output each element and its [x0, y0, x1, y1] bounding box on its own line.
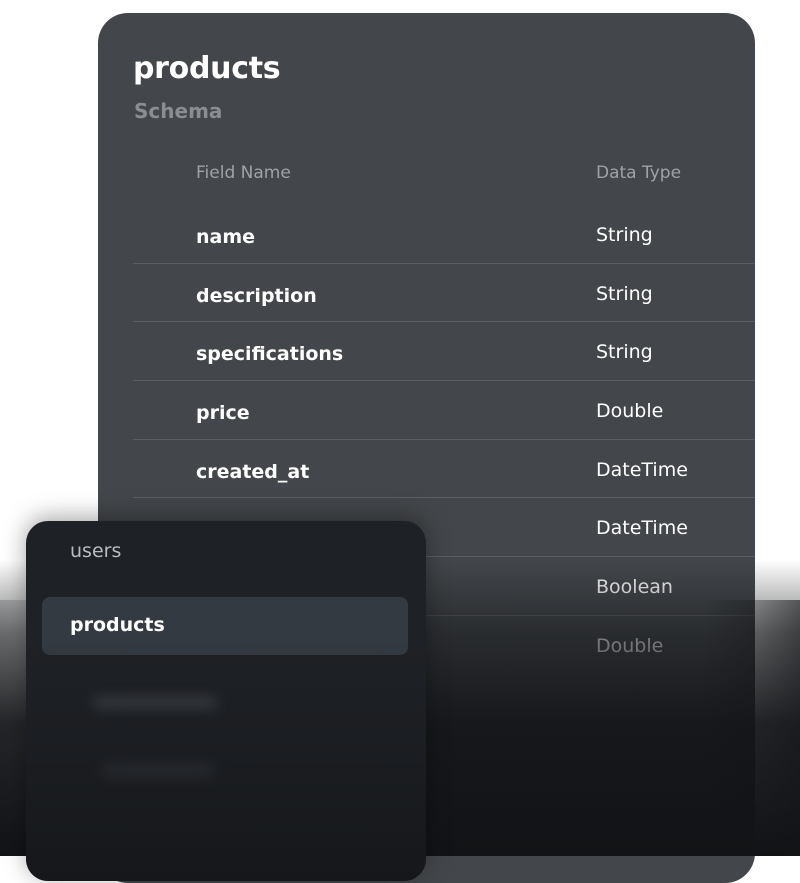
field-type: String [596, 224, 653, 246]
field-type: Boolean [596, 576, 673, 599]
schema-row[interactable]: name String [133, 205, 755, 264]
data-type-column-header: Data Type [596, 163, 682, 183]
field-type: Double [596, 400, 664, 423]
collection-item-users[interactable]: users [42, 523, 408, 581]
field-name: specifications [196, 343, 344, 366]
field-name-column-header: Field Name [196, 163, 291, 183]
field-name: description [196, 284, 317, 307]
field-name: name [196, 226, 256, 248]
field-name: price [196, 402, 250, 425]
field-name: created_at [196, 460, 310, 483]
schema-row[interactable]: description String [133, 264, 755, 323]
field-type: DateTime [596, 517, 688, 540]
field-type: DateTime [596, 458, 688, 481]
collection-title: products [133, 51, 281, 86]
field-type: String [596, 341, 653, 364]
schema-row[interactable]: created_at DateTime [133, 440, 755, 499]
collections-panel: users products [26, 521, 426, 881]
schema-subtitle: Schema [134, 99, 223, 123]
schema-row[interactable]: price Double [133, 381, 755, 440]
list-shadow-overlay [26, 641, 426, 881]
field-type: Double [596, 634, 664, 657]
schema-row[interactable]: specifications String [133, 322, 755, 382]
field-type: String [596, 282, 653, 305]
collection-label: users [70, 540, 122, 562]
collection-label: products [70, 614, 165, 636]
